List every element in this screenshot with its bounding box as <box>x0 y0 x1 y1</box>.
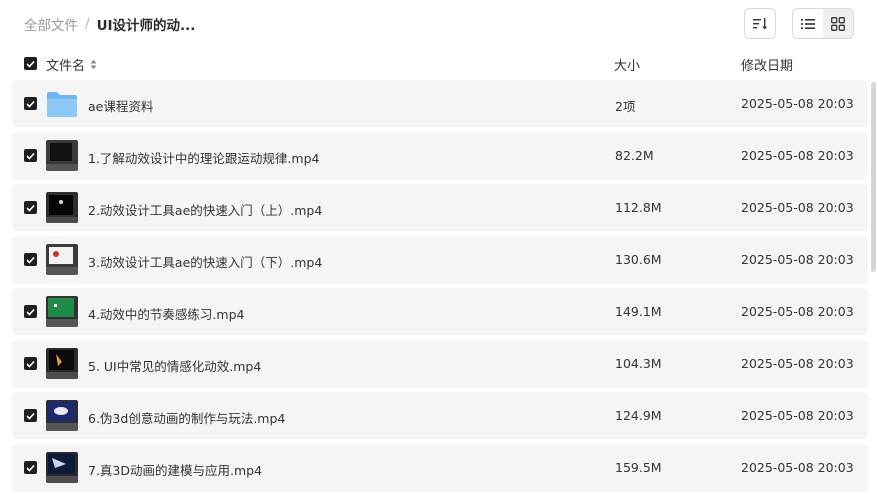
row-checkbox[interactable] <box>24 149 37 162</box>
checkbox-checked-icon <box>26 100 35 108</box>
checkbox-checked-icon <box>26 204 35 212</box>
video-thumbnail <box>46 192 78 223</box>
file-row[interactable]: 3.动效设计工具ae的快速入门（下）.mp4 130.6M 2025-05-08… <box>12 236 868 283</box>
list-view-icon <box>801 18 815 29</box>
video-thumbnail <box>46 296 78 327</box>
row-checkbox[interactable] <box>24 461 37 474</box>
file-modified: 2025-05-08 20:03 <box>741 408 854 423</box>
file-size: 82.2M <box>615 148 654 163</box>
column-header-modified[interactable]: 修改日期 <box>741 55 793 74</box>
row-checkbox[interactable] <box>24 409 37 422</box>
file-row[interactable]: 4.动效中的节奏感练习.mp4 149.1M 2025-05-08 20:03 <box>12 288 868 335</box>
checkbox-checked-icon <box>26 464 35 472</box>
sort-button[interactable] <box>744 8 776 39</box>
checkbox-checked-icon <box>26 360 35 368</box>
checkbox-checked-icon <box>26 152 35 160</box>
file-size: 112.8M <box>615 200 662 215</box>
checkbox-checked-icon <box>26 60 35 68</box>
file-size: 130.6M <box>615 252 662 267</box>
column-header-name[interactable]: 文件名 <box>46 55 97 74</box>
list-view-button[interactable] <box>793 9 823 38</box>
table-header: 文件名 大小 修改日期 <box>0 52 878 76</box>
file-list: ae课程资料 2项 2025-05-08 20:03 1.了解动效设计中的理论跟… <box>12 80 868 495</box>
checkbox-checked-icon <box>26 308 35 316</box>
video-thumbnail <box>46 400 78 431</box>
row-checkbox[interactable] <box>24 97 37 110</box>
file-row[interactable]: 7.真3D动画的建模与应用.mp4 159.5M 2025-05-08 20:0… <box>12 444 868 491</box>
file-name[interactable]: 4.动效中的节奏感练习.mp4 <box>88 304 244 323</box>
row-checkbox[interactable] <box>24 253 37 266</box>
file-modified: 2025-05-08 20:03 <box>741 252 854 267</box>
file-modified: 2025-05-08 20:03 <box>741 304 854 319</box>
breadcrumb-separator: / <box>85 16 90 32</box>
video-thumbnail <box>46 140 78 171</box>
breadcrumb-root[interactable]: 全部文件 <box>24 14 78 34</box>
view-toggle <box>792 8 854 39</box>
breadcrumb-current: UI设计师的动... <box>96 18 196 34</box>
file-name[interactable]: 1.了解动效设计中的理论跟运动规律.mp4 <box>88 148 319 167</box>
file-name[interactable]: 6.伪3d创意动画的制作与玩法.mp4 <box>88 408 285 427</box>
file-name[interactable]: 7.真3D动画的建模与应用.mp4 <box>88 460 262 479</box>
scrollbar-thumb[interactable] <box>871 82 876 272</box>
file-size: 104.3M <box>615 356 662 371</box>
breadcrumb: 全部文件 / UI设计师的动... <box>24 14 195 34</box>
file-row[interactable]: 2.动效设计工具ae的快速入门（上）.mp4 112.8M 2025-05-08… <box>12 184 868 231</box>
checkbox-checked-icon <box>26 256 35 264</box>
file-modified: 2025-05-08 20:03 <box>741 460 854 475</box>
file-size: 2项 <box>615 99 636 114</box>
grid-view-button[interactable] <box>823 9 853 38</box>
checkbox-checked-icon <box>26 412 35 420</box>
file-modified: 2025-05-08 20:03 <box>741 96 854 111</box>
column-header-name-label: 文件名 <box>46 59 86 74</box>
file-row[interactable]: 6.伪3d创意动画的制作与玩法.mp4 124.9M 2025-05-08 20… <box>12 392 868 439</box>
grid-view-icon <box>831 16 845 31</box>
file-row[interactable]: 5. UI中常见的情感化动效.mp4 104.3M 2025-05-08 20:… <box>12 340 868 387</box>
file-size: 159.5M <box>615 460 662 475</box>
folder-icon <box>47 92 77 117</box>
file-name[interactable]: 5. UI中常见的情感化动效.mp4 <box>88 356 261 375</box>
file-modified: 2025-05-08 20:03 <box>741 356 854 371</box>
file-name[interactable]: ae课程资料 <box>88 96 153 115</box>
file-size: 149.1M <box>615 304 662 319</box>
file-name[interactable]: 3.动效设计工具ae的快速入门（下）.mp4 <box>88 252 322 271</box>
sort-caret-icon <box>90 59 97 70</box>
video-thumbnail <box>46 348 78 379</box>
row-checkbox[interactable] <box>24 357 37 370</box>
video-thumbnail <box>46 244 78 275</box>
sort-icon <box>753 17 768 29</box>
video-thumbnail <box>46 452 78 483</box>
file-row[interactable]: 1.了解动效设计中的理论跟运动规律.mp4 82.2M 2025-05-08 2… <box>12 132 868 179</box>
row-checkbox[interactable] <box>24 305 37 318</box>
select-all-checkbox[interactable] <box>24 57 37 70</box>
file-modified: 2025-05-08 20:03 <box>741 200 854 215</box>
column-header-size[interactable]: 大小 <box>614 55 640 74</box>
top-bar: 全部文件 / UI设计师的动... <box>0 0 878 48</box>
file-name[interactable]: 2.动效设计工具ae的快速入门（上）.mp4 <box>88 200 322 219</box>
file-row[interactable]: ae课程资料 2项 2025-05-08 20:03 <box>12 80 868 127</box>
row-checkbox[interactable] <box>24 201 37 214</box>
file-modified: 2025-05-08 20:03 <box>741 148 854 163</box>
file-size: 124.9M <box>615 408 662 423</box>
